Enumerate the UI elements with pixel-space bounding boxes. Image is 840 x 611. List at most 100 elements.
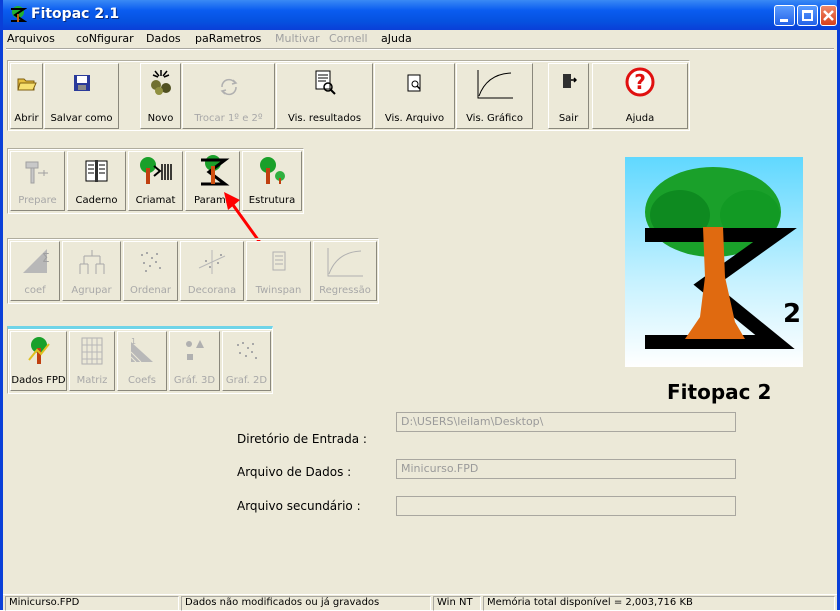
- coefs-button[interactable]: 1 Coefs: [117, 331, 167, 391]
- menu-arquivos[interactable]: Arquivos: [7, 32, 55, 45]
- window-title: Fitopac 2.1: [31, 6, 120, 22]
- secundario-field[interactable]: [396, 496, 736, 516]
- swap-circle-icon: [220, 78, 237, 96]
- graf-3d-button[interactable]: Gráf. 3D: [169, 331, 220, 391]
- menu-divider: [6, 48, 834, 50]
- status-memory: Memória total disponível = 2,003,716 KB: [483, 596, 835, 611]
- matriz-button[interactable]: Matriz: [69, 331, 115, 391]
- secundario-label: Arquivo secundário :: [237, 499, 361, 513]
- dados-fpd-icon: [27, 337, 50, 364]
- help-icon: ?: [625, 67, 655, 97]
- maximize-icon: [802, 10, 813, 21]
- menu-cornell[interactable]: Cornell: [329, 32, 368, 45]
- open-folder-icon: [16, 78, 37, 91]
- vis-arquivo-button[interactable]: Vis. Arquivo: [374, 63, 455, 129]
- estrutura-tree-icon: [260, 157, 285, 184]
- vis-grafico-label: Vis. Gráfico: [466, 113, 523, 124]
- matriz-label: Matriz: [76, 375, 108, 386]
- menu-ajuda[interactable]: aJuda: [381, 32, 412, 45]
- title-bar[interactable]: Fitopac 2.1: [3, 0, 837, 30]
- agrupar-label: Agrupar: [71, 285, 112, 296]
- dendrogram-icon: [79, 250, 104, 274]
- vis-resultados-label: Vis. resultados: [287, 113, 362, 124]
- vis-arquivo-label: Vis. Arquivo: [384, 113, 445, 124]
- main-toolbar: Abrir Salvar como Novo Trocar 1º e 2º Vi…: [7, 60, 690, 131]
- svg-text:?: ?: [634, 70, 646, 94]
- ajuda-button[interactable]: ? Ajuda: [592, 63, 688, 129]
- twinspan-label: Twinspan: [255, 285, 302, 296]
- status-state: Dados não modificados ou já gravados: [181, 596, 431, 611]
- new-project-icon: [150, 70, 171, 95]
- vis-resultados-button[interactable]: Vis. resultados: [276, 63, 373, 129]
- sair-label: Sair: [558, 113, 579, 124]
- fitopac-logo: 2: [625, 157, 803, 367]
- coef-label: coef: [24, 285, 46, 296]
- menu-configurar[interactable]: coNfigurar: [76, 32, 134, 45]
- graf-3d-label: Gráf. 3D: [173, 375, 216, 386]
- menu-parametros[interactable]: paRametros: [195, 32, 261, 45]
- agrupar-button[interactable]: Agrupar: [62, 241, 121, 301]
- trocar-label: Trocar 1º e 2º: [194, 113, 263, 124]
- caderno-label: Caderno: [75, 195, 118, 206]
- graf-2d-button[interactable]: Graf. 2D: [222, 331, 271, 391]
- arquivo-field[interactable]: Minicurso.FPD: [396, 459, 736, 479]
- dados-fpd-button[interactable]: Dados FPD: [10, 331, 67, 391]
- decorana-label: Decorana: [187, 285, 237, 296]
- salvar-como-button[interactable]: Salvar como: [44, 63, 119, 129]
- view-file-icon: [407, 74, 421, 92]
- coef-button[interactable]: Σ coef: [10, 241, 60, 301]
- decorana-button[interactable]: Decorana: [180, 241, 244, 301]
- svg-text:Σ: Σ: [42, 251, 50, 265]
- status-file: Minicurso.FPD: [5, 596, 179, 611]
- save-disk-icon: [73, 75, 90, 91]
- minimize-icon: [780, 19, 788, 22]
- coefs-triangle-icon: 1: [130, 337, 153, 363]
- graf-2d-label: Graf. 2D: [225, 375, 268, 386]
- app-window: Fitopac 2.1 Arquivos coNfigurar Dados pa…: [0, 0, 840, 611]
- criamat-button[interactable]: Criamat: [128, 151, 183, 211]
- diretorio-label: Diretório de Entrada :: [237, 432, 367, 446]
- sigma-tree-logo-icon: 2: [645, 167, 801, 349]
- regressao-button[interactable]: Regressão: [313, 241, 377, 301]
- prepare-tool-icon: [25, 161, 48, 184]
- menu-multivar[interactable]: Multivar: [275, 32, 320, 45]
- caderno-button[interactable]: Caderno: [67, 151, 126, 211]
- ordenar-label: Ordenar: [130, 285, 171, 296]
- dados-fpd-label: Dados FPD: [11, 375, 66, 386]
- abrir-label: Abrir: [14, 113, 39, 124]
- maximize-button[interactable]: [797, 5, 818, 26]
- graph-2d-scatter-icon: [236, 342, 257, 359]
- matrix-icon: [81, 337, 103, 365]
- criamat-label: Criamat: [135, 195, 176, 206]
- twinspan-button[interactable]: Twinspan: [246, 241, 311, 301]
- exit-door-icon: [562, 74, 577, 88]
- twinspan-icon: [272, 251, 285, 271]
- decorana-axes-icon: [198, 250, 226, 274]
- novo-button[interactable]: Novo: [140, 63, 181, 129]
- minimize-button[interactable]: [774, 5, 795, 26]
- data-toolbar: Dados FPD Matriz 1 Coefs Gráf. 3D Graf. …: [7, 326, 273, 394]
- sair-button[interactable]: Sair: [548, 63, 589, 129]
- trocar-button[interactable]: Trocar 1º e 2º: [182, 63, 275, 129]
- menu-bar: Arquivos coNfigurar Dados paRametros Mul…: [3, 30, 837, 48]
- arquivo-label: Arquivo de Dados :: [237, 465, 352, 479]
- prepare-button[interactable]: Prepare: [10, 151, 65, 211]
- graph-3d-icon: [185, 340, 204, 360]
- vis-grafico-button[interactable]: Vis. Gráfico: [456, 63, 533, 129]
- scatter-icon: [140, 252, 161, 272]
- close-button[interactable]: [820, 5, 837, 26]
- novo-label: Novo: [147, 113, 174, 124]
- regressao-label: Regressão: [319, 285, 371, 296]
- svg-text:1: 1: [131, 337, 136, 346]
- prepare-label: Prepare: [18, 195, 57, 206]
- app-icon: [11, 6, 27, 22]
- close-icon: [823, 10, 834, 21]
- ajuda-label: Ajuda: [625, 113, 655, 124]
- salvar-como-label: Salvar como: [50, 113, 113, 124]
- status-os: Win NT: [433, 596, 481, 611]
- view-results-icon: [315, 70, 336, 95]
- abrir-button[interactable]: Abrir: [10, 63, 43, 129]
- ordenar-button[interactable]: Ordenar: [123, 241, 178, 301]
- diretorio-field[interactable]: D:\USERS\leilam\Desktop\: [396, 412, 736, 432]
- menu-dados[interactable]: Dados: [146, 32, 181, 45]
